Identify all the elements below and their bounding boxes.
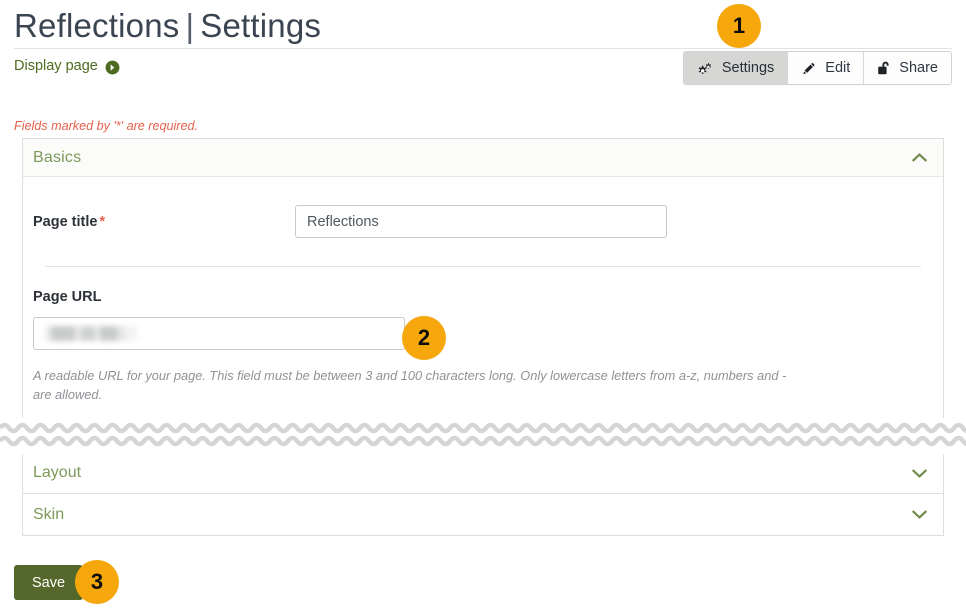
required-fields-note: Fields marked by '*' are required. [14, 118, 198, 134]
panel-skin-header[interactable]: Skin [22, 494, 944, 536]
form-row-page-url: Page URL [23, 267, 943, 350]
display-page-label: Display page [14, 56, 98, 76]
panel-layout-title: Layout [33, 464, 81, 482]
share-button-label: Share [899, 60, 938, 76]
settings-button[interactable]: Settings [684, 52, 788, 84]
chevron-down-icon[interactable] [912, 509, 927, 520]
page-title-separator: | [179, 7, 200, 44]
page-title-label-text: Page title [33, 214, 97, 230]
page-title-field-label: Page title* [33, 205, 295, 230]
chevron-up-icon[interactable] [912, 152, 927, 163]
page-header: Reflections|Settings [0, 0, 966, 48]
page-url-control [33, 305, 933, 350]
share-button[interactable]: Share [864, 52, 951, 84]
page-url-field-label: Page URL [33, 289, 295, 305]
edit-button[interactable]: Edit [788, 52, 864, 84]
settings-button-label: Settings [722, 60, 774, 76]
header-divider [14, 48, 952, 49]
page-title-section: Settings [200, 7, 321, 44]
page-title-main: Reflections [14, 7, 179, 44]
collapsed-panel-stack: Layout Skin [22, 452, 944, 536]
page-url-redacted-value [44, 318, 394, 349]
display-page-link[interactable]: Display page [14, 56, 120, 76]
form-row-page-title: Page title* [23, 177, 943, 238]
pencil-icon [801, 61, 817, 76]
page-action-button-group: Settings Edit Share [683, 51, 952, 85]
save-button[interactable]: Save [14, 565, 83, 600]
page-title: Reflections|Settings [0, 0, 966, 48]
chevron-down-icon[interactable] [912, 468, 927, 479]
page-title-required-marker: * [97, 214, 105, 230]
unlock-icon [877, 60, 891, 76]
panel-skin-title: Skin [33, 506, 64, 524]
page-title-control [295, 205, 933, 238]
callout-badge-1: 1 [717, 4, 761, 48]
panel-basics-title: Basics [33, 149, 81, 167]
callout-badge-3: 3 [75, 560, 119, 604]
page-title-input[interactable] [295, 205, 667, 238]
panel-basics-header[interactable]: Basics [23, 139, 943, 177]
arrow-circle-right-icon [105, 60, 120, 75]
cogs-icon [697, 61, 714, 76]
redaction-blur [45, 326, 137, 341]
page-url-input[interactable] [33, 317, 405, 350]
page-url-help-text: A readable URL for your page. This field… [23, 350, 803, 404]
content-cut-indicator [0, 418, 966, 454]
callout-badge-2: 2 [402, 316, 446, 360]
edit-button-label: Edit [825, 60, 850, 76]
panel-layout-header[interactable]: Layout [22, 452, 944, 494]
